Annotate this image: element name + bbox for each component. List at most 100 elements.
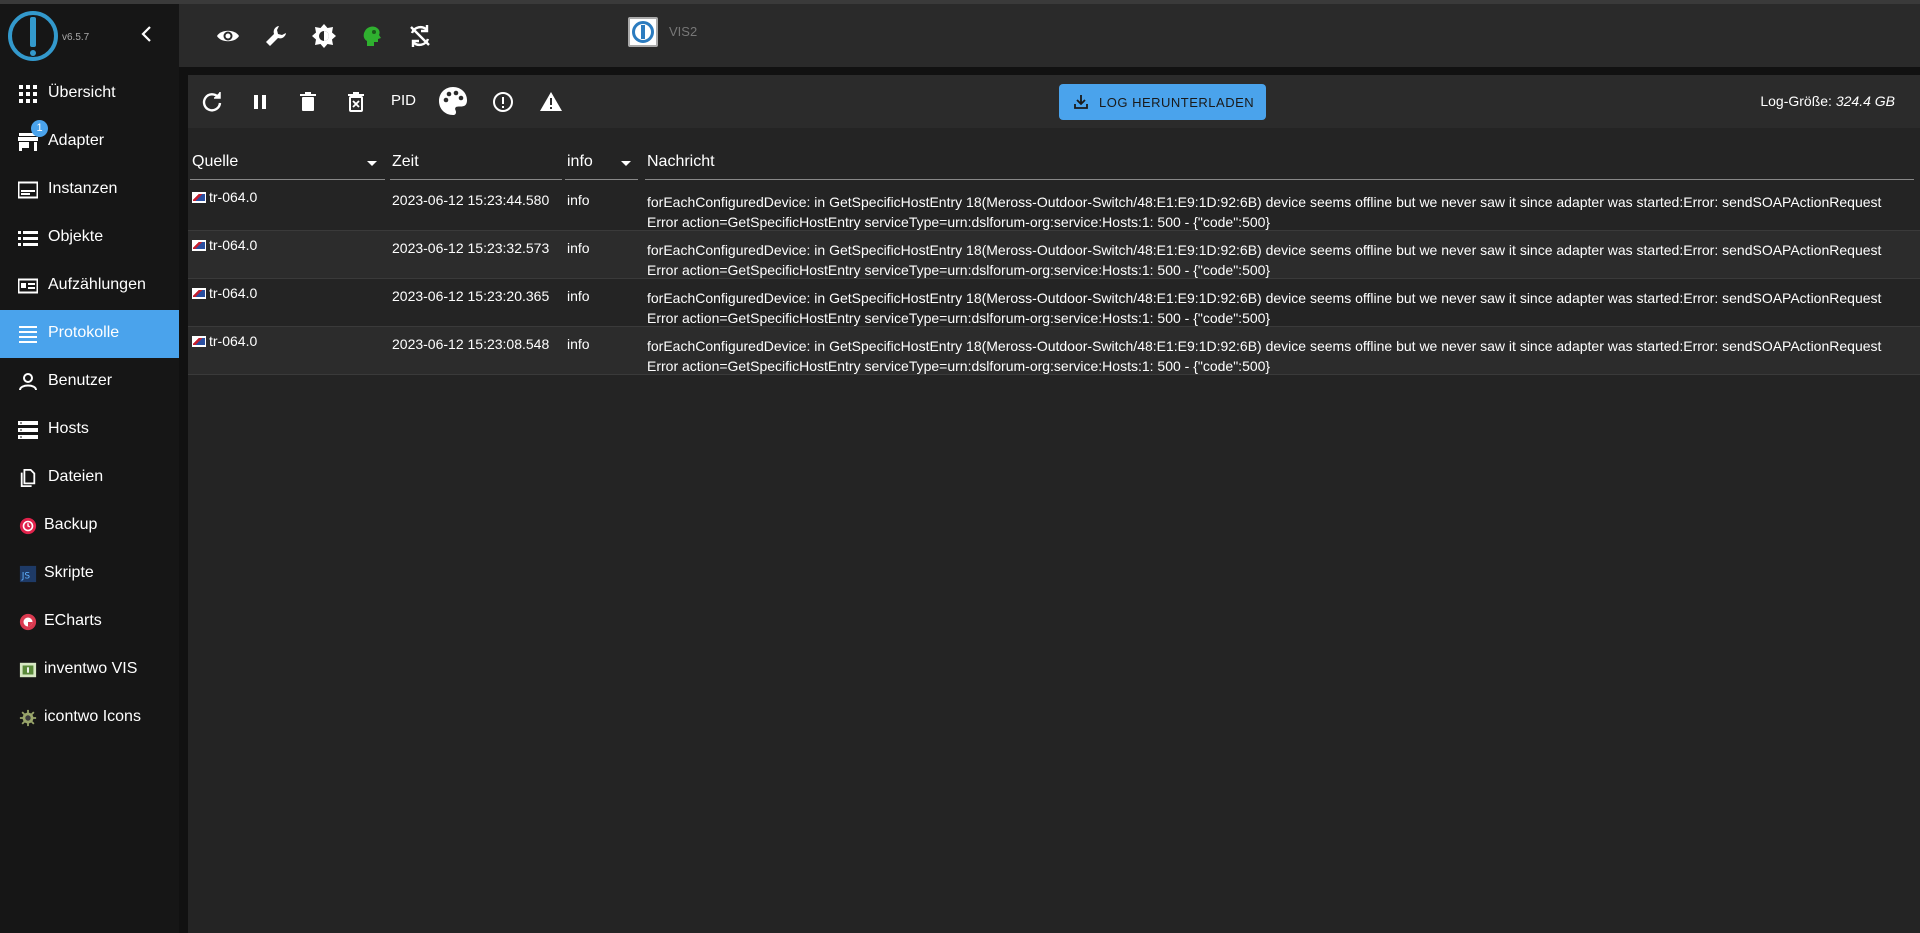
palette-icon[interactable]	[437, 85, 469, 117]
sidebar-item-uebersicht[interactable]: Übersicht	[0, 70, 179, 118]
sidebar-item-icontwo-icons[interactable]: icontwo Icons	[0, 694, 179, 742]
eye-icon[interactable]	[214, 22, 242, 50]
source-text: tr-064.0	[209, 285, 258, 301]
expert-mode-icon[interactable]	[358, 22, 386, 50]
log-panel: PID LOG HERUNTERLADEN Log-Größe: 324.4 G…	[188, 75, 1920, 933]
files-icon	[20, 469, 36, 487]
severity-filter-underline	[565, 179, 638, 180]
source-text: tr-064.0	[209, 237, 258, 253]
table-row: tr-064.0 2023-06-12 15:23:44.580 info fo…	[188, 183, 1920, 231]
sidebar-item-label: Backup	[44, 516, 98, 533]
pause-icon[interactable]	[246, 88, 274, 116]
tr064-adapter-icon	[192, 287, 206, 299]
user-icon	[19, 373, 37, 391]
version-label: v6.5.7	[62, 32, 90, 43]
sidebar-item-label: Benutzer	[48, 372, 113, 389]
enum-icon	[18, 278, 38, 294]
tr064-adapter-icon	[192, 191, 206, 203]
adapter-update-badge: 1	[31, 120, 48, 137]
row-time: 2023-06-12 15:23:20.365	[392, 288, 550, 304]
sidebar-item-label: inventwo VIS	[44, 660, 138, 677]
sidebar-item-objekte[interactable]: Objekte	[0, 214, 179, 262]
row-severity: info	[567, 336, 590, 352]
icontwo-icon	[19, 709, 37, 727]
message-line: forEachConfiguredDevice: in GetSpecificH…	[647, 338, 1882, 354]
wrench-icon[interactable]	[262, 22, 290, 50]
log-table: Quelle Zeit info Nachricht tr-064.0 2023…	[188, 143, 1920, 375]
sidebar-item-label: Instanzen	[48, 180, 118, 197]
tr064-adapter-icon	[192, 239, 206, 251]
alert-circle-icon[interactable]	[489, 88, 517, 116]
sidebar-item-label: Adapter	[48, 132, 105, 149]
sidebar-item-label: Protokolle	[48, 324, 120, 341]
row-severity: info	[567, 240, 590, 256]
instances-icon	[18, 181, 38, 199]
vis2-label[interactable]: VIS2	[669, 24, 697, 39]
sidebar-item-dateien[interactable]: Dateien	[0, 454, 179, 502]
sidebar-item-label: Übersicht	[48, 84, 116, 101]
delete-icon[interactable]	[294, 88, 322, 116]
row-source: tr-064.0	[192, 189, 257, 205]
sidebar-item-benutzer[interactable]: Benutzer	[0, 358, 179, 406]
log-size: Log-Größe: 324.4 GB	[1760, 93, 1895, 109]
sidebar-item-aufzaehlungen[interactable]: Aufzählungen	[0, 262, 179, 310]
source-filter-underline	[190, 179, 385, 180]
grid-icon	[19, 85, 37, 103]
severity-filter[interactable]: info	[567, 153, 593, 171]
table-header: Quelle Zeit info Nachricht	[188, 143, 1920, 183]
download-icon	[1074, 95, 1088, 109]
pid-toggle-button[interactable]: PID	[391, 92, 416, 109]
table-row: tr-064.0 2023-06-12 15:23:32.573 info fo…	[188, 231, 1920, 279]
message-line: forEachConfiguredDevice: in GetSpecificH…	[647, 194, 1882, 210]
iobroker-logo[interactable]	[8, 11, 58, 61]
warning-icon[interactable]	[537, 88, 565, 116]
sidebar-item-protokolle[interactable]: Protokolle	[0, 310, 179, 358]
sidebar-item-label: Objekte	[48, 228, 104, 245]
sidebar-item-echarts[interactable]: ECharts	[0, 598, 179, 646]
refresh-icon[interactable]	[198, 88, 226, 116]
log-icon	[19, 326, 37, 343]
table-row: tr-064.0 2023-06-12 15:23:20.365 info fo…	[188, 279, 1920, 327]
brightness-icon[interactable]	[310, 22, 338, 50]
log-size-value: 324.4 GB	[1835, 93, 1895, 109]
vis2-logo[interactable]	[628, 17, 658, 47]
column-header-source: Quelle	[192, 153, 239, 170]
sidebar-item-inventwo-vis[interactable]: inventwo VIS	[0, 646, 179, 694]
row-source: tr-064.0	[192, 237, 257, 253]
row-message: forEachConfiguredDevice: in GetSpecificH…	[647, 240, 1881, 280]
log-toolbar: PID LOG HERUNTERLADEN Log-Größe: 324.4 G…	[188, 75, 1920, 128]
sidebar-item-skripte[interactable]: JS Skripte	[0, 550, 179, 598]
row-message: forEachConfiguredDevice: in GetSpecificH…	[647, 336, 1881, 376]
echarts-icon	[19, 613, 37, 631]
sidebar-item-label: Aufzählungen	[48, 276, 146, 293]
app-bar: VIS2	[179, 4, 1920, 67]
sidebar-item-label: Hosts	[48, 420, 89, 437]
row-message: forEachConfiguredDevice: in GetSpecificH…	[647, 192, 1881, 232]
js-icon: JS	[19, 565, 37, 583]
inventwo-icon	[19, 662, 37, 678]
row-time: 2023-06-12 15:23:32.573	[392, 240, 550, 256]
delete-forever-icon[interactable]	[342, 88, 370, 116]
sidebar-item-label: Skripte	[44, 564, 94, 581]
row-time: 2023-06-12 15:23:08.548	[392, 336, 550, 352]
table-row: tr-064.0 2023-06-12 15:23:08.548 info fo…	[188, 327, 1920, 375]
download-log-button[interactable]: LOG HERUNTERLADEN	[1059, 84, 1266, 120]
sidebar-item-instanzen[interactable]: Instanzen	[0, 166, 179, 214]
sidebar-item-label: ECharts	[44, 612, 102, 629]
severity-filter-dropdown[interactable]	[621, 161, 631, 166]
sidebar-item-label: Dateien	[48, 468, 104, 485]
source-text: tr-064.0	[209, 333, 258, 349]
sidebar-item-hosts[interactable]: Hosts	[0, 406, 179, 454]
column-header-message: Nachricht	[647, 153, 715, 170]
row-severity: info	[567, 288, 590, 304]
backup-icon	[19, 517, 37, 535]
collapse-sidebar-button[interactable]	[135, 22, 159, 46]
time-underline	[390, 179, 562, 180]
source-filter-dropdown[interactable]	[367, 161, 377, 166]
sidebar-item-backup[interactable]: Backup	[0, 502, 179, 550]
message-line: Error action=GetSpecificHostEntry servic…	[647, 310, 1271, 326]
sidebar-item-adapter[interactable]: 1 Adapter	[0, 118, 179, 166]
message-line: forEachConfiguredDevice: in GetSpecificH…	[647, 290, 1882, 306]
message-underline	[645, 179, 1914, 180]
sync-off-icon[interactable]	[406, 22, 434, 50]
